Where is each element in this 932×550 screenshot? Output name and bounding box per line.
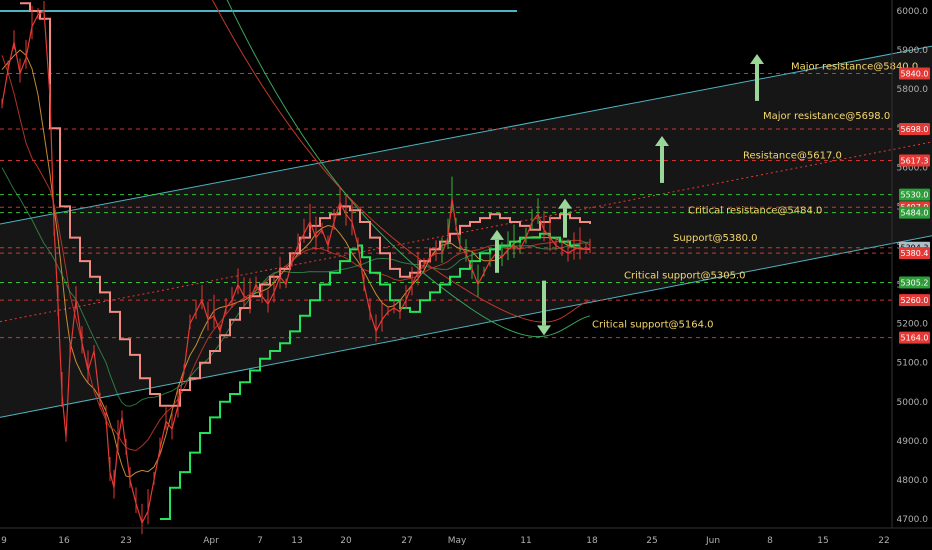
y-tick-label-11: 5800.0 (897, 85, 929, 95)
price-badge-label-9: 5260.0 (901, 296, 929, 305)
level-annotation-7: Support@5380.0 (673, 233, 758, 244)
y-tick-label-4: 5100.0 (897, 359, 929, 369)
price-badge-label-2: 5617.3 (901, 157, 929, 166)
y-tick-label-2: 4900.0 (897, 437, 929, 447)
y-tick-label-13: 6000.0 (897, 7, 929, 17)
price-badge-label-5: 5484.0 (901, 209, 929, 218)
price-badge-label-0: 5840.0 (901, 70, 929, 79)
x-tick-label-0: 9 (1, 536, 7, 546)
price-badge-label-8: 5305.2 (901, 279, 929, 288)
x-tick-label-7: 27 (401, 536, 412, 546)
y-tick-label-5: 5200.0 (897, 320, 929, 330)
y-tick-label-12: 5900.0 (897, 46, 929, 56)
level-annotation-1: Major resistance@5698.0 (763, 111, 890, 122)
price-badge-label-1: 5698.0 (901, 125, 929, 134)
x-tick-label-1: 16 (58, 536, 70, 546)
x-tick-label-6: 20 (340, 536, 352, 546)
x-tick-label-15: 22 (878, 536, 889, 546)
x-tick-label-2: 23 (120, 536, 131, 546)
price-badge-label-7: 5380.4 (901, 249, 929, 258)
x-tick-label-3: Apr (203, 536, 219, 546)
price-badge-label-10: 5164.0 (901, 334, 929, 343)
y-tick-label-0: 4700.0 (897, 515, 929, 525)
y-tick-label-1: 4800.0 (897, 476, 929, 486)
x-tick-label-11: 25 (646, 536, 657, 546)
level-annotation-8: Critical support@5305.0 (624, 271, 746, 282)
x-tick-label-9: 11 (520, 536, 531, 546)
x-tick-label-12: Jun (705, 536, 720, 546)
price-chart[interactable]: Major resistance@5840.0Major resistance@… (0, 0, 932, 550)
level-annotation-10: Critical support@5164.0 (592, 320, 714, 331)
y-tick-label-3: 5000.0 (897, 398, 929, 408)
x-tick-label-13: 8 (767, 536, 773, 546)
x-tick-label-4: 7 (257, 536, 263, 546)
price-badge-label-3: 5530.0 (901, 191, 929, 200)
level-annotation-5: Critical resistance@5484.0 (688, 206, 822, 217)
x-tick-label-5: 13 (291, 536, 302, 546)
x-tick-label-14: 15 (817, 536, 828, 546)
x-tick-label-10: 18 (586, 536, 598, 546)
x-tick-label-8: May (448, 536, 467, 546)
level-annotation-2: Resistance@5617.0 (743, 151, 842, 162)
